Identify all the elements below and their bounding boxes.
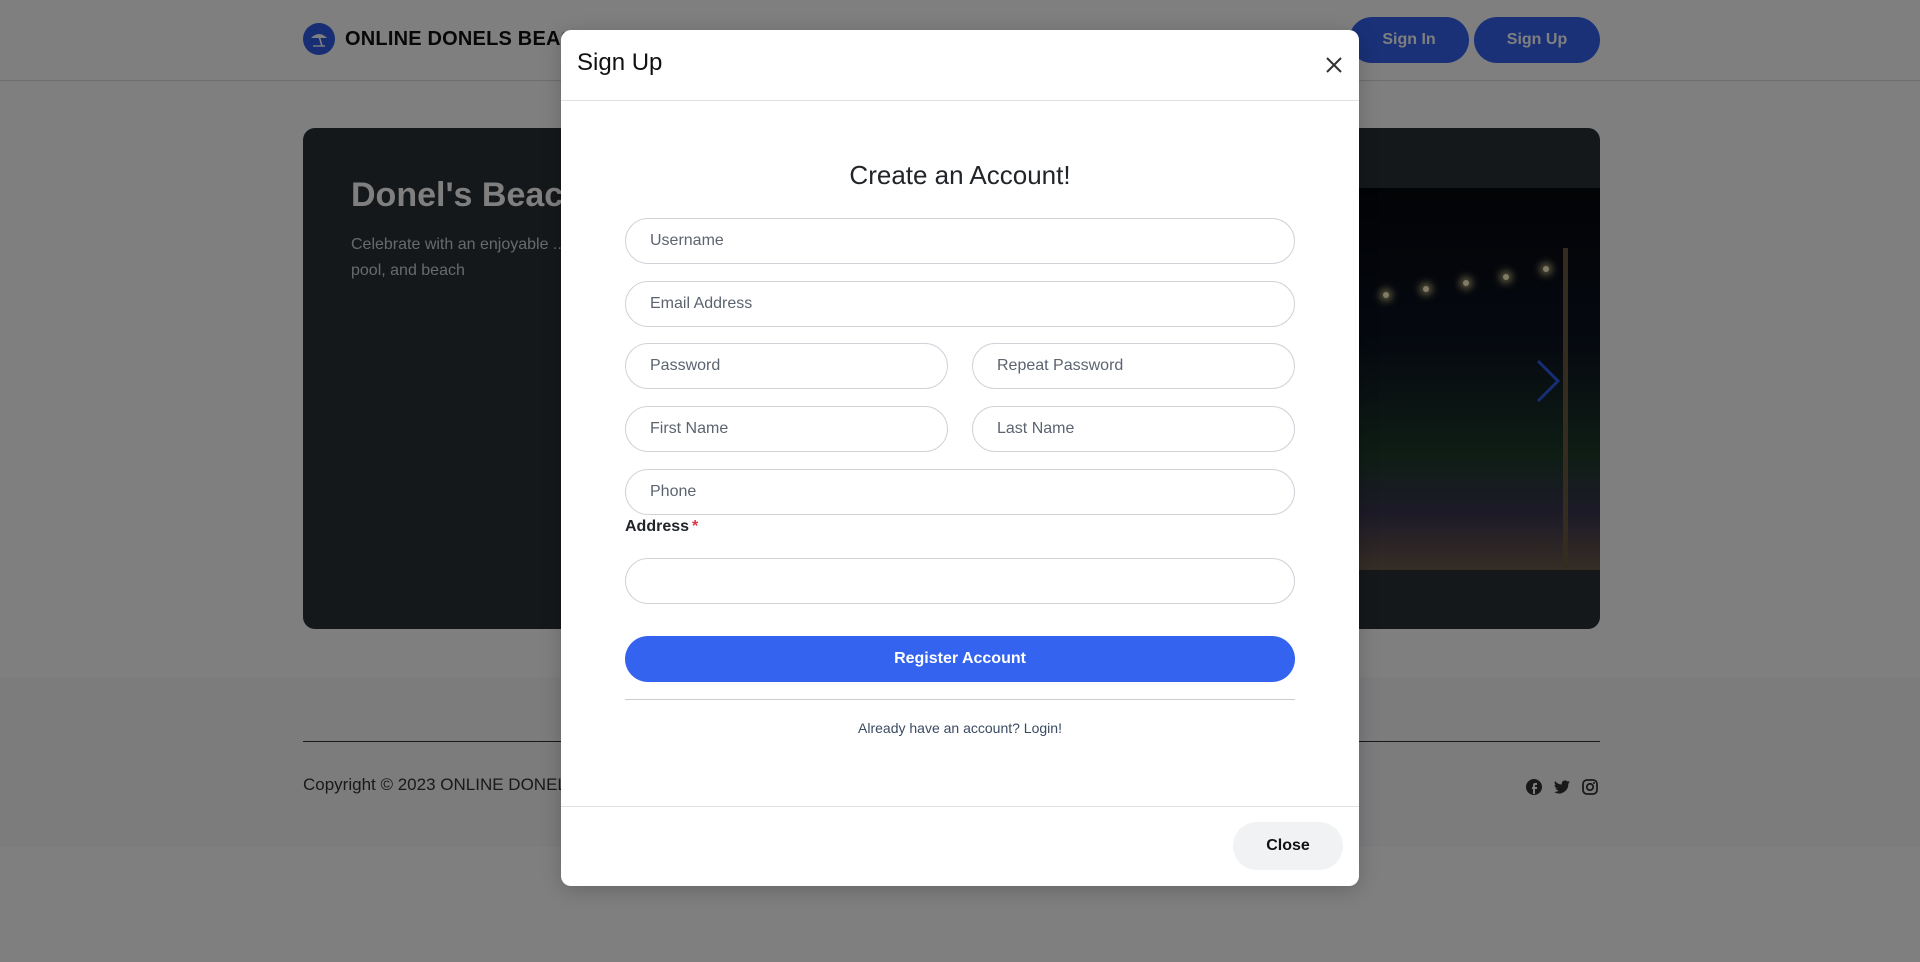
address-input[interactable] <box>625 558 1295 604</box>
close-button[interactable]: Close <box>1233 822 1343 870</box>
modal-header: Sign Up <box>561 30 1359 101</box>
close-icon[interactable] <box>1321 52 1347 78</box>
repeat-password-input[interactable] <box>972 343 1295 389</box>
modal-title: Sign Up <box>577 49 663 76</box>
address-label: Address * <box>625 518 698 536</box>
sign-up-modal: Sign Up Create an Account! Address* Regi… <box>561 30 1359 886</box>
address-label-text: Address <box>625 518 690 535</box>
form-heading: Create an Account! <box>849 160 1071 190</box>
form-divider <box>625 699 1295 700</box>
modal-footer: Close <box>561 806 1359 886</box>
phone-input[interactable] <box>625 469 1295 515</box>
email-input[interactable] <box>625 281 1295 327</box>
username-input[interactable] <box>625 218 1295 264</box>
first-name-input[interactable] <box>625 406 948 452</box>
login-link[interactable]: Already have an account? Login! <box>561 720 1359 736</box>
password-input[interactable] <box>625 343 948 389</box>
register-account-button[interactable]: Register Account <box>625 636 1295 682</box>
last-name-input[interactable] <box>972 406 1295 452</box>
required-marker: * <box>692 518 699 535</box>
